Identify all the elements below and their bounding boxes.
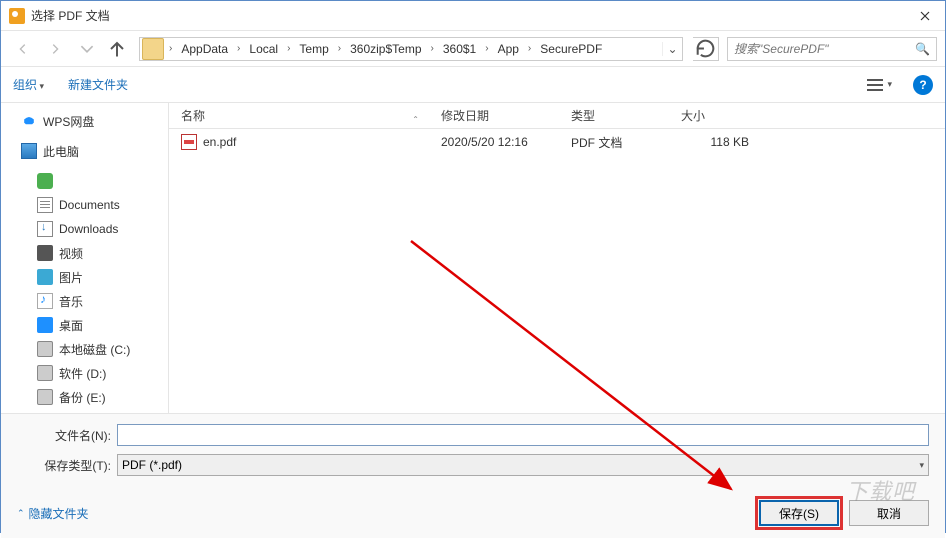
col-date[interactable]: 修改日期 [429, 107, 559, 124]
col-name[interactable]: 名称⌃ [169, 107, 429, 124]
sidebar-item[interactable]: Downloads [1, 217, 168, 241]
ic-disk-icon [37, 365, 53, 381]
ic-mus-icon [37, 293, 53, 309]
file-type: PDF 文档 [559, 134, 669, 151]
col-type[interactable]: 类型 [559, 107, 669, 124]
sidebar-item-label: 视频 [59, 245, 83, 262]
chevron-icon: › [164, 43, 177, 54]
breadcrumb-seg[interactable]: Temp [295, 42, 332, 56]
refresh-button[interactable] [693, 37, 719, 61]
sidebar-item[interactable]: 音乐 [1, 289, 168, 313]
ic-doc-icon [37, 197, 53, 213]
sidebar-item-label: 本地磁盘 (C:) [59, 341, 130, 358]
ic-disk-icon [37, 341, 53, 357]
sidebar-item[interactable]: 本地磁盘 (C:) [1, 337, 168, 361]
sidebar-item-label: 桌面 [59, 317, 83, 334]
file-date: 2020/5/20 12:16 [429, 135, 559, 149]
cancel-button[interactable]: 取消 [849, 500, 929, 526]
ic-disk-icon [37, 389, 53, 405]
view-mode-button[interactable]: ▾ [860, 75, 899, 95]
ic-dl-icon [37, 221, 53, 237]
sidebar-item[interactable]: 此电脑 [1, 139, 168, 163]
sort-indicator-icon: ⌃ [412, 115, 419, 124]
folder-icon [142, 38, 164, 60]
filetype-select[interactable]: PDF (*.pdf) ▾ [117, 454, 929, 476]
sidebar-item-label: 软件 (D:) [59, 365, 106, 382]
sidebar-item-label: WPS网盘 [43, 113, 94, 130]
sidebar-item[interactable]: 备份 (E:) [1, 385, 168, 409]
sidebar-item-label: 此电脑 [43, 143, 79, 160]
back-button[interactable] [9, 36, 37, 62]
col-size[interactable]: 大小 [669, 107, 769, 124]
sidebar-item-label: 音乐 [59, 293, 83, 310]
breadcrumb-dropdown[interactable]: ⌄ [662, 42, 682, 56]
breadcrumb[interactable]: › AppData› Local› Temp› 360zip$Temp› 360… [139, 37, 683, 61]
chevron-down-icon: ▾ [887, 79, 892, 90]
nav-bar: › AppData› Local› Temp› 360zip$Temp› 360… [1, 31, 945, 67]
sidebar-item[interactable]: 图片 [1, 265, 168, 289]
ic-pc-icon [21, 143, 37, 159]
breadcrumb-seg[interactable]: Local [245, 42, 282, 56]
search-box[interactable]: 🔍 [727, 37, 937, 61]
filename-input[interactable] [117, 424, 929, 446]
chevron-up-icon: ⌃ [17, 508, 25, 519]
organize-menu[interactable]: 组织 [13, 76, 44, 93]
sidebar-item[interactable] [1, 169, 168, 193]
save-button[interactable]: 保存(S) [759, 500, 839, 526]
sidebar-item[interactable]: WPS网盘 [1, 109, 168, 133]
window-title: 选择 PDF 文档 [31, 7, 905, 24]
breadcrumb-seg[interactable]: AppData [177, 42, 232, 56]
file-name: en.pdf [203, 135, 236, 149]
sidebar-item[interactable]: 软件 (D:) [1, 361, 168, 385]
file-size: 118 KB [669, 135, 769, 149]
sidebar-item-label: 备份 (E:) [59, 389, 106, 406]
sidebar-item-label: Documents [59, 198, 120, 212]
sidebar[interactable]: WPS网盘此电脑 Documents Downloads 视频图片音乐桌面本地磁盘 (… [1, 103, 169, 413]
sidebar-item[interactable]: Documents [1, 193, 168, 217]
bottom-panel: 文件名(N): 保存类型(T): PDF (*.pdf) ▾ ⌃ 隐藏文件夹 保… [1, 413, 945, 538]
file-row[interactable]: en.pdf 2020/5/20 12:16 PDF 文档 118 KB [169, 129, 945, 155]
ic-desk-icon [37, 317, 53, 333]
close-button[interactable] [905, 2, 945, 30]
breadcrumb-seg[interactable]: App [494, 42, 523, 56]
filename-label: 文件名(N): [17, 427, 117, 444]
new-folder-button[interactable]: 新建文件夹 [68, 76, 128, 93]
ic-app-icon [37, 173, 53, 189]
main-area: WPS网盘此电脑 Documents Downloads 视频图片音乐桌面本地磁盘 (… [1, 103, 945, 413]
column-headers: 名称⌃ 修改日期 类型 大小 [169, 103, 945, 129]
sidebar-item-label: 图片 [59, 269, 83, 286]
filetype-label: 保存类型(T): [17, 457, 117, 474]
toolbar: 组织 新建文件夹 ▾ ? [1, 67, 945, 103]
forward-button[interactable] [41, 36, 69, 62]
hide-folders-link[interactable]: ⌃ 隐藏文件夹 [17, 505, 89, 522]
breadcrumb-seg[interactable]: 360$1 [439, 42, 480, 56]
help-button[interactable]: ? [913, 75, 933, 95]
filetype-value: PDF (*.pdf) [122, 458, 182, 472]
ic-pic-icon [37, 269, 53, 285]
sidebar-item[interactable]: 桌面 [1, 313, 168, 337]
up-button[interactable] [105, 37, 129, 61]
recent-dropdown[interactable] [73, 36, 101, 62]
chevron-down-icon: ▾ [919, 460, 924, 471]
ic-vid-icon [37, 245, 53, 261]
breadcrumb-seg[interactable]: 360zip$Temp [346, 42, 425, 56]
breadcrumb-seg[interactable]: SecurePDF [536, 42, 606, 56]
sidebar-item[interactable]: 视频 [1, 241, 168, 265]
title-bar: 选择 PDF 文档 [1, 1, 945, 31]
sidebar-item-label: Downloads [59, 222, 118, 236]
pdf-icon [181, 134, 197, 150]
ic-cloud-icon [21, 113, 37, 129]
file-list-area: 名称⌃ 修改日期 类型 大小 en.pdf 2020/5/20 12:16 PD… [169, 103, 945, 413]
app-icon [9, 8, 25, 24]
search-input[interactable] [734, 42, 915, 56]
search-icon[interactable]: 🔍 [915, 42, 930, 56]
